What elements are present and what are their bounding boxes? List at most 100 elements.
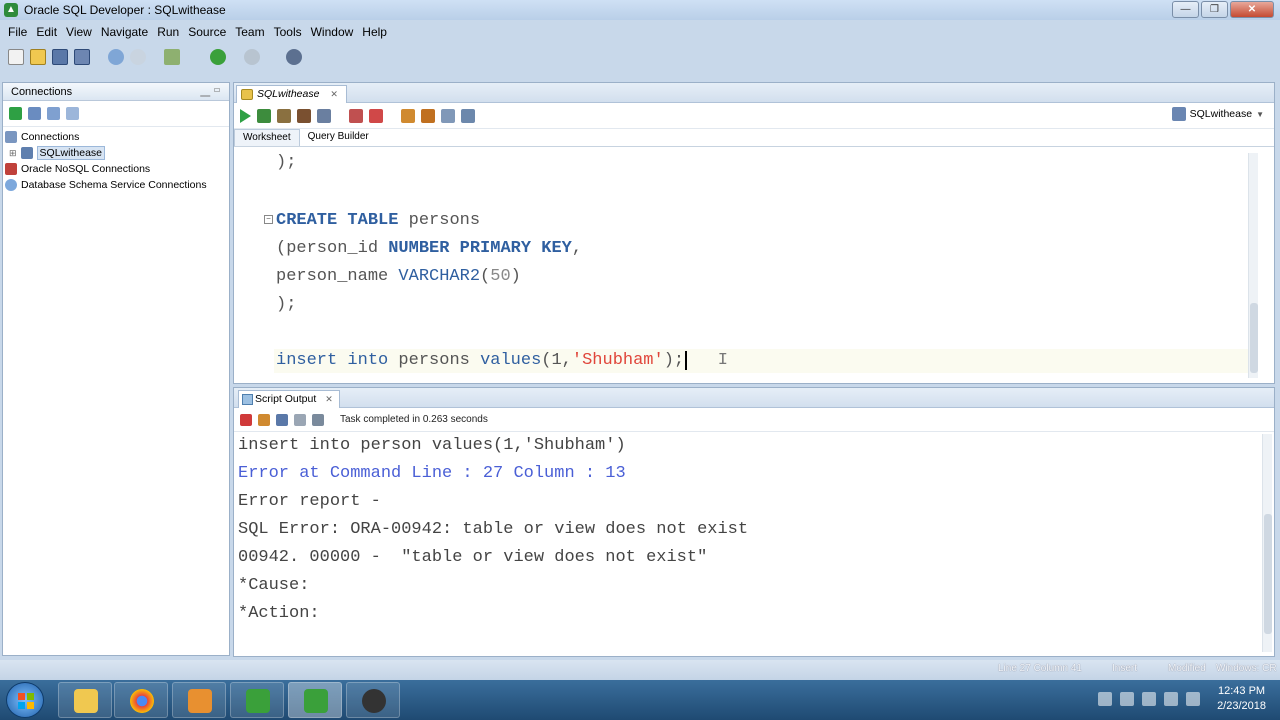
- maximize-button[interactable]: ❐: [1201, 1, 1228, 18]
- menu-help[interactable]: Help: [362, 25, 387, 39]
- filter-icon[interactable]: [47, 107, 60, 120]
- close-button[interactable]: ✕: [1230, 1, 1274, 18]
- debug-icon[interactable]: [286, 49, 302, 65]
- tree-item-schema-service[interactable]: Database Schema Service Connections: [3, 177, 229, 193]
- clear-icon[interactable]: [369, 108, 383, 123]
- tab-sqlwithease[interactable]: SQLwithease ✕: [236, 85, 347, 103]
- editor-scrollbar[interactable]: [1248, 153, 1258, 378]
- save-icon[interactable]: [52, 49, 68, 65]
- worksheet-editor-panel: SQLwithease ✕ SQLwithease ▼ Worksheet Qu…: [233, 82, 1275, 384]
- network-icon[interactable]: [1120, 692, 1134, 706]
- pin-icon[interactable]: [240, 413, 252, 426]
- expand-icon[interactable]: ⊞: [9, 148, 17, 159]
- status-bar: Line 27 Column 41 Insert Modified Window…: [0, 660, 1280, 680]
- output-scrollbar[interactable]: [1262, 434, 1272, 652]
- start-button[interactable]: [6, 682, 44, 718]
- tree-item-sqlwithease[interactable]: ⊞ SQLwithease: [3, 145, 229, 161]
- script-output-icon: [242, 394, 253, 405]
- system-tray: [1098, 692, 1200, 706]
- cloud-icon: [5, 179, 17, 191]
- connection-selector[interactable]: SQLwithease ▼: [1171, 107, 1264, 121]
- code-line: CREATE TABLE persons: [276, 211, 481, 230]
- find-icon[interactable]: [461, 108, 475, 123]
- add-connection-icon[interactable]: [9, 107, 22, 120]
- minimize-button[interactable]: —: [1172, 1, 1199, 18]
- title-bar: ▲ Oracle SQL Developer : SQLwithease — ❐…: [0, 0, 1280, 20]
- commit-icon[interactable]: [277, 108, 291, 123]
- monitor-icon[interactable]: [1142, 692, 1156, 706]
- taskbar-app-1[interactable]: [230, 682, 284, 718]
- menu-team[interactable]: Team: [235, 25, 264, 39]
- close-output-tab-icon[interactable]: ✕: [325, 394, 333, 404]
- show-hidden-icon[interactable]: [1098, 692, 1112, 706]
- taskbar-media[interactable]: [172, 682, 226, 718]
- output-toolbar: Task completed in 0.263 seconds: [234, 408, 1274, 432]
- code-line: );: [276, 153, 297, 172]
- buffer-size-icon[interactable]: [312, 413, 324, 426]
- nosql-icon: [5, 163, 17, 175]
- fold-icon[interactable]: −: [264, 215, 273, 224]
- close-tab-icon[interactable]: ✕: [330, 89, 338, 99]
- explain-plan-icon[interactable]: [317, 108, 331, 123]
- chevron-down-icon: ▼: [1256, 109, 1264, 119]
- volume-icon[interactable]: [1186, 692, 1200, 706]
- menu-tools[interactable]: Tools: [274, 25, 302, 39]
- connections-panel-title: Connections: [11, 86, 73, 98]
- tab-query-builder[interactable]: Query Builder: [300, 129, 377, 146]
- new-file-icon[interactable]: [8, 49, 24, 65]
- menu-edit[interactable]: Edit: [36, 25, 57, 39]
- back-icon[interactable]: [210, 49, 226, 65]
- output-scrollbar-thumb[interactable]: [1264, 514, 1272, 634]
- menu-run[interactable]: Run: [157, 25, 179, 39]
- run-script-icon[interactable]: [257, 108, 271, 123]
- open-folder-icon[interactable]: [30, 49, 46, 65]
- tab-worksheet[interactable]: Worksheet: [234, 129, 300, 146]
- rollback-icon[interactable]: [297, 108, 311, 123]
- code-line: );: [276, 295, 297, 314]
- tree-item-nosql[interactable]: Oracle NoSQL Connections: [3, 161, 229, 177]
- editor-scrollbar-thumb[interactable]: [1250, 303, 1258, 373]
- taskbar-explorer[interactable]: [58, 682, 112, 718]
- cursor-position: Line 27 Column 41: [998, 663, 1082, 674]
- menu-file[interactable]: File: [8, 25, 27, 39]
- taskbar: 12:43 PM 2/23/2018: [0, 680, 1280, 720]
- tab-script-output[interactable]: Script Output ✕: [238, 390, 340, 408]
- media-player-icon: [188, 689, 212, 713]
- taskbar-chrome[interactable]: [114, 682, 168, 718]
- output-line: insert into person values(1,'Shubham'): [238, 436, 626, 455]
- history-icon[interactable]: [441, 108, 455, 123]
- connection-icon: [1171, 107, 1186, 121]
- output-line: *Action:: [238, 604, 320, 623]
- menu-navigate[interactable]: Navigate: [101, 25, 148, 39]
- redo-icon[interactable]: [130, 49, 146, 65]
- clock[interactable]: 12:43 PM 2/23/2018: [1217, 684, 1266, 714]
- menu-window[interactable]: Window: [311, 25, 354, 39]
- output-text[interactable]: insert into person values(1,'Shubham') E…: [238, 432, 748, 628]
- forward-icon[interactable]: [244, 49, 260, 65]
- taskbar-sql-developer[interactable]: [288, 682, 342, 718]
- chrome-icon: [130, 689, 154, 713]
- run-statement-icon[interactable]: [240, 108, 251, 123]
- print-icon[interactable]: [294, 413, 306, 426]
- menu-bar: File Edit View Navigate Run Source Team …: [0, 22, 392, 42]
- save-output-icon[interactable]: [276, 413, 288, 426]
- output-line: SQL Error: ORA-00942: table or view does…: [238, 520, 749, 539]
- taskbar-app-2[interactable]: [346, 682, 400, 718]
- save-all-icon[interactable]: [74, 49, 90, 65]
- minimize-panel-icon[interactable]: ⎽ ▭: [200, 83, 221, 101]
- schema-browser-icon[interactable]: [66, 107, 79, 120]
- flag-icon[interactable]: [1164, 692, 1178, 706]
- undo-icon[interactable]: [108, 49, 124, 65]
- menu-view[interactable]: View: [66, 25, 92, 39]
- eraser-icon[interactable]: [258, 413, 270, 426]
- app-icon: [246, 689, 270, 713]
- refresh-icon[interactable]: [28, 107, 41, 120]
- sql-developer-icon: ▲: [4, 3, 18, 17]
- sql-tuning-icon[interactable]: [401, 108, 415, 123]
- menu-source[interactable]: Source: [188, 25, 226, 39]
- database-icon[interactable]: [164, 49, 180, 65]
- format-icon[interactable]: [421, 108, 435, 123]
- sql-code-area[interactable]: ); − CREATE TABLE persons (person_id NUM…: [236, 153, 1260, 378]
- autotrace-icon[interactable]: [349, 108, 363, 123]
- tree-item-connections[interactable]: Connections: [3, 129, 229, 145]
